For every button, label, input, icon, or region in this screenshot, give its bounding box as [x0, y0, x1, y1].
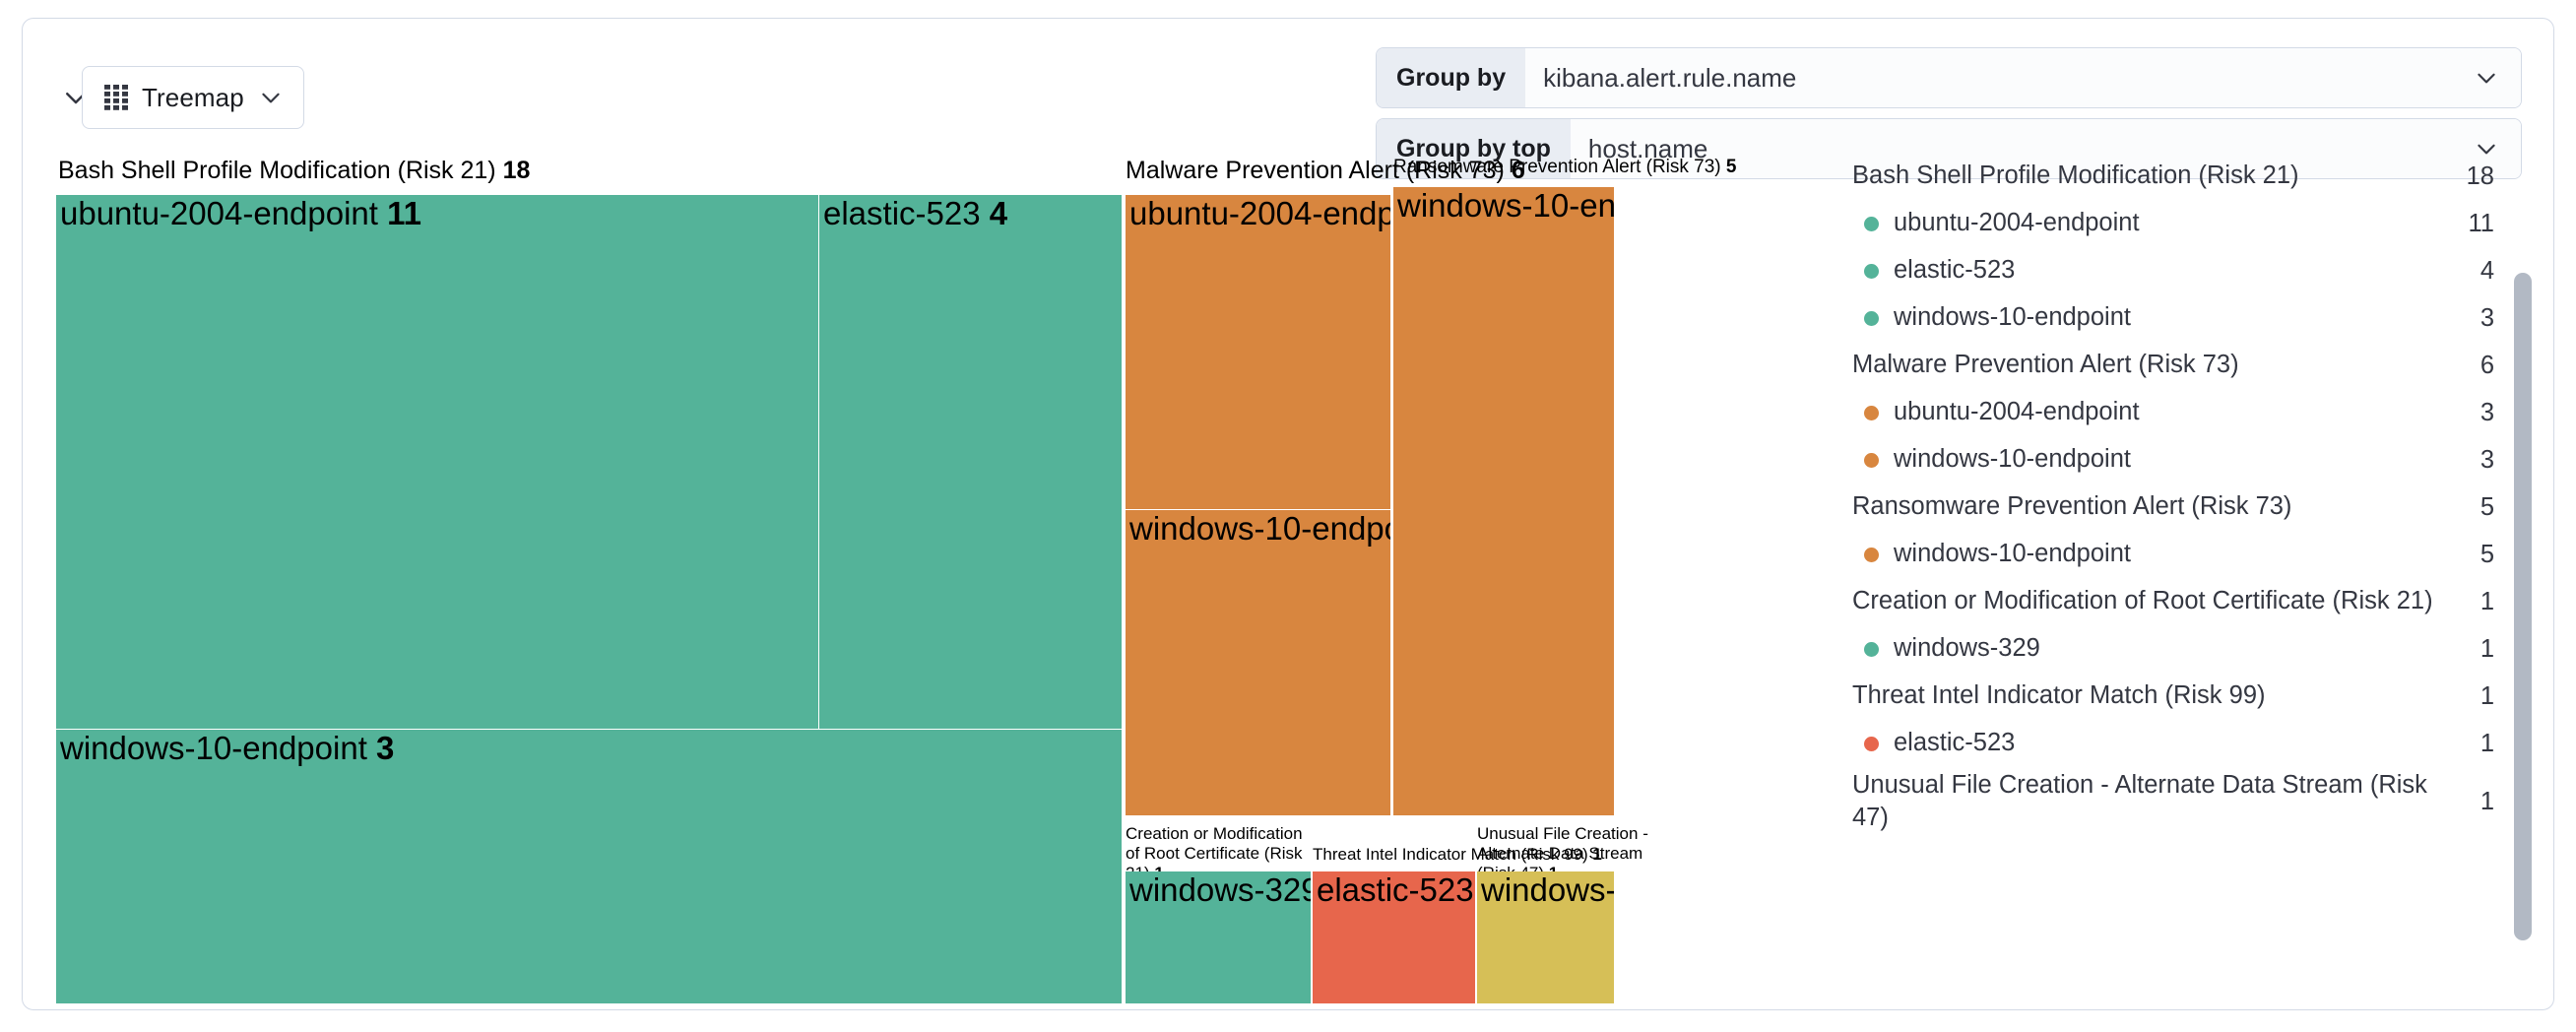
legend-label: elastic-523 — [1894, 727, 2461, 759]
legend-count: 1 — [2461, 682, 2494, 711]
legend-count: 3 — [2461, 399, 2494, 427]
legend-label: windows-10-endpoint — [1894, 443, 2461, 476]
legend-label: Bash Shell Profile Modification (Risk 21… — [1852, 160, 2461, 192]
treemap-group: Ransomware Prevention Alert (Risk 73) 5 … — [1393, 157, 1614, 872]
treemap-tile-label: windows-10-endpoint 3 — [1129, 511, 1390, 548]
treemap-tile[interactable]: elastic-523 1 — [1313, 871, 1475, 1003]
legend-item-row[interactable]: windows-10-endpoint3 — [1848, 294, 2502, 342]
legend-color-dot — [1864, 406, 1879, 420]
chart-type-select[interactable]: Treemap — [82, 66, 304, 129]
legend-item-row[interactable]: windows-3291 — [1848, 625, 2502, 673]
treemap-tile[interactable]: elastic-523 4 — [819, 195, 1122, 729]
treemap-group: Malware Prevention Alert (Risk 73) 6 ubu… — [1126, 157, 1390, 872]
group-by-caret-button[interactable] — [2474, 48, 2521, 107]
legend-item-row[interactable]: ubuntu-2004-endpoint3 — [1848, 389, 2502, 436]
group-by-value[interactable]: kibana.alert.rule.name — [1525, 48, 2474, 107]
legend-count: 11 — [2461, 210, 2494, 238]
legend-label: Ransomware Prevention Alert (Risk 73) — [1852, 490, 2461, 523]
treemap-group-title: Ransomware Prevention Alert (Risk 73) 5 — [1393, 157, 1614, 178]
legend-color-dot — [1864, 642, 1879, 657]
legend-group-row[interactable]: Malware Prevention Alert (Risk 73)6 — [1848, 342, 2502, 389]
chart-type-label: Treemap — [142, 83, 244, 113]
legend-count: 1 — [2461, 730, 2494, 758]
legend-label: elastic-523 — [1894, 254, 2461, 287]
treemap-tile-label: windows-329 1 — [1129, 872, 1311, 909]
treemap-tile-label: ubuntu-2004-endpoint 3 — [1129, 196, 1390, 232]
legend-group-row[interactable]: Bash Shell Profile Modification (Risk 21… — [1848, 153, 2502, 200]
legend-count: 5 — [2461, 493, 2494, 522]
legend-item-row[interactable]: elastic-5231 — [1848, 720, 2502, 767]
treemap-tile-label: windows-329 1 — [1481, 872, 1614, 909]
legend-scrollbar[interactable] — [2514, 273, 2532, 1010]
legend-color-dot — [1864, 737, 1879, 751]
legend-count: 3 — [2461, 304, 2494, 333]
treemap-grid-icon — [104, 85, 128, 110]
treemap-tile[interactable]: ubuntu-2004-endpoint 3 — [1126, 195, 1390, 509]
treemap-group: Creation or Modification of Root Certifi… — [1126, 824, 1311, 1003]
legend-item-row[interactable]: windows-10-endpoint5 — [1848, 531, 2502, 578]
treemap-panel: Treemap Group by kibana.alert.rule.name … — [22, 18, 2554, 1010]
treemap-tile[interactable]: ubuntu-2004-endpoint 11 — [56, 195, 818, 729]
legend-color-dot — [1864, 548, 1879, 562]
treemap-tile-label: windows-10-endpoint 3 — [60, 731, 394, 767]
legend-label: windows-10-endpoint — [1894, 538, 2461, 570]
treemap-tile[interactable]: windows-10-endpoint 3 — [1126, 510, 1390, 815]
treemap-tile[interactable]: windows-10-endpoint 5 — [1393, 187, 1614, 815]
legend-count: 6 — [2461, 352, 2494, 380]
legend-color-dot — [1864, 217, 1879, 231]
treemap-group-title: Malware Prevention Alert (Risk 73) 6 — [1126, 157, 1390, 185]
legend-group-row[interactable]: Unusual File Creation - Alternate Data S… — [1848, 767, 2502, 836]
treemap-tile-label: elastic-523 1 — [1317, 872, 1475, 909]
legend-label: Threat Intel Indicator Match (Risk 99) — [1852, 679, 2461, 712]
legend-color-dot — [1864, 311, 1879, 326]
legend-count: 18 — [2461, 162, 2494, 191]
legend-count: 3 — [2461, 446, 2494, 475]
legend-count: 1 — [2461, 588, 2494, 616]
treemap-tile-label: elastic-523 4 — [823, 196, 1007, 232]
treemap-tile[interactable]: windows-329 1 — [1477, 871, 1614, 1003]
legend-item-row[interactable]: ubuntu-2004-endpoint11 — [1848, 200, 2502, 247]
legend-label: Unusual File Creation - Alternate Data S… — [1852, 769, 2461, 834]
treemap-legend[interactable]: Bash Shell Profile Modification (Risk 21… — [1848, 153, 2528, 1005]
treemap-group: Bash Shell Profile Modification (Risk 21… — [56, 157, 1122, 1003]
legend-color-dot — [1864, 264, 1879, 279]
legend-count: 5 — [2461, 541, 2494, 569]
treemap-tile-label: windows-10-endpoint 5 — [1397, 188, 1614, 225]
legend-list: Bash Shell Profile Modification (Risk 21… — [1848, 153, 2502, 836]
legend-item-row[interactable]: elastic-5234 — [1848, 247, 2502, 294]
legend-group-row[interactable]: Creation or Modification of Root Certifi… — [1848, 578, 2502, 625]
legend-label: ubuntu-2004-endpoint — [1894, 207, 2461, 239]
treemap-tile[interactable]: windows-329 1 — [1126, 871, 1311, 1003]
legend-color-dot — [1864, 453, 1879, 468]
legend-group-row[interactable]: Threat Intel Indicator Match (Risk 99)1 — [1848, 673, 2502, 720]
legend-count: 1 — [2461, 788, 2494, 816]
chevron-down-icon — [258, 85, 284, 110]
chevron-down-icon — [2474, 65, 2499, 91]
legend-item-row[interactable]: windows-10-endpoint3 — [1848, 436, 2502, 484]
legend-label: Creation or Modification of Root Certifi… — [1852, 585, 2461, 617]
treemap-tile-label: ubuntu-2004-endpoint 11 — [60, 196, 421, 232]
treemap-tile[interactable]: windows-10-endpoint 3 — [56, 730, 1122, 1003]
treemap-group: Unusual File Creation - Alternate Data S… — [1477, 824, 1614, 1003]
legend-label: windows-10-endpoint — [1894, 301, 2461, 334]
treemap-group-title: Bash Shell Profile Modification (Risk 21… — [56, 157, 1122, 185]
legend-label: Malware Prevention Alert (Risk 73) — [1852, 349, 2461, 381]
treemap-chart[interactable]: Bash Shell Profile Modification (Risk 21… — [56, 157, 1825, 1003]
group-by-prepend-label: Group by — [1377, 48, 1525, 107]
legend-scrollbar-thumb[interactable] — [2514, 273, 2532, 940]
legend-label: windows-329 — [1894, 632, 2461, 665]
group-by-control[interactable]: Group by kibana.alert.rule.name — [1376, 47, 2522, 108]
chart-body: Bash Shell Profile Modification (Risk 21… — [23, 135, 2553, 1010]
legend-label: ubuntu-2004-endpoint — [1894, 396, 2461, 428]
treemap-group: Threat Intel Indicator Match (Risk 99) 1… — [1313, 824, 1475, 1003]
legend-count: 1 — [2461, 635, 2494, 664]
legend-group-row[interactable]: Ransomware Prevention Alert (Risk 73)5 — [1848, 484, 2502, 531]
legend-count: 4 — [2461, 257, 2494, 286]
